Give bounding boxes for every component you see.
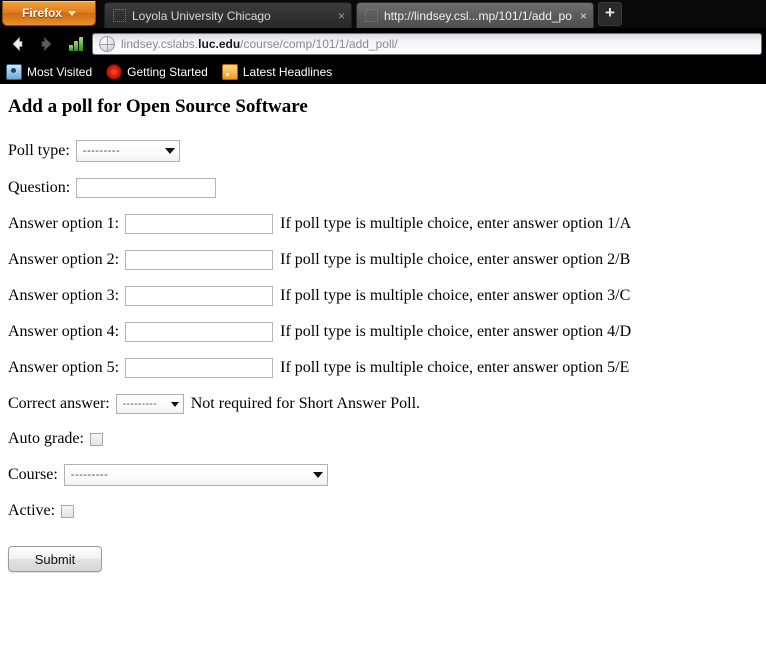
latest-headlines-icon xyxy=(221,64,238,80)
poll-type-label: Poll type: xyxy=(8,142,70,159)
bookmark-label: Getting Started xyxy=(127,65,208,79)
answer-option-3-help: If poll type is multiple choice, enter a… xyxy=(280,287,631,304)
bookmark-label: Latest Headlines xyxy=(242,65,333,79)
form-row-answer-1: Answer option 1: If poll type is multipl… xyxy=(8,214,766,234)
back-button[interactable] xyxy=(4,31,30,57)
answer-option-5-help: If poll type is multiple choice, enter a… xyxy=(280,359,630,376)
question-input[interactable] xyxy=(76,178,217,198)
active-label: Active: xyxy=(8,502,56,519)
answer-option-1-label: Answer option 1: xyxy=(8,215,120,232)
chevron-down-icon xyxy=(164,148,175,154)
url-domain: luc.edu xyxy=(198,37,241,51)
bookmark-latest-headlines[interactable]: Latest Headlines xyxy=(221,64,333,80)
answer-option-4-input[interactable] xyxy=(125,322,274,342)
course-label: Course: xyxy=(8,466,58,483)
answer-option-4-label: Answer option 4: xyxy=(8,323,120,340)
navigation-toolbar: lindsey.cslabs.luc.edu/course/comp/101/1… xyxy=(0,28,766,60)
bookmark-getting-started[interactable]: Getting Started xyxy=(106,64,208,80)
auto-grade-checkbox[interactable] xyxy=(89,432,103,446)
correct-answer-label: Correct answer: xyxy=(8,395,110,412)
answer-option-2-help: If poll type is multiple choice, enter a… xyxy=(280,251,631,268)
answer-option-5-input[interactable] xyxy=(125,358,274,378)
bookmarks-toolbar: Most Visited Getting Started Latest Head… xyxy=(0,60,766,84)
firefox-menu-label: Firefox xyxy=(21,6,62,20)
url-text: lindsey.cslabs.luc.edu/course/comp/101/1… xyxy=(121,37,398,51)
tab-strip: Firefox Loyola University Chicago × http… xyxy=(0,0,766,28)
browser-tab-loyola[interactable]: Loyola University Chicago × xyxy=(104,2,352,28)
form-row-question: Question: xyxy=(8,178,766,198)
form-row-active: Active: xyxy=(8,502,766,520)
site-stats-icon[interactable] xyxy=(64,32,88,56)
form-row-course: Course: --------- xyxy=(8,464,766,486)
tab-title: http://lindsey.csl...mp/101/1/add_poll/ xyxy=(384,8,572,23)
favicon-icon xyxy=(365,9,378,22)
page-content: Add a poll for Open Source Software Poll… xyxy=(0,84,766,669)
answer-option-5-label: Answer option 5: xyxy=(8,359,120,376)
chevron-down-icon xyxy=(312,472,323,478)
course-selected-value: --------- xyxy=(70,469,109,481)
url-bar[interactable]: lindsey.cslabs.luc.edu/course/comp/101/1… xyxy=(92,33,762,55)
question-label: Question: xyxy=(8,179,71,196)
submit-button[interactable]: Submit xyxy=(8,546,102,572)
form-row-answer-4: Answer option 4: If poll type is multipl… xyxy=(8,322,766,342)
bookmark-label: Most Visited xyxy=(27,65,93,79)
poll-type-selected-value: --------- xyxy=(82,145,121,157)
getting-started-icon xyxy=(106,64,123,80)
form-row-answer-3: Answer option 3: If poll type is multipl… xyxy=(8,286,766,306)
tab-title: Loyola University Chicago xyxy=(132,8,271,23)
firefox-menu-button[interactable]: Firefox xyxy=(2,1,96,26)
auto-grade-label: Auto grade: xyxy=(8,430,84,447)
close-icon[interactable]: × xyxy=(578,10,587,22)
globe-icon xyxy=(99,36,115,52)
form-row-answer-5: Answer option 5: If poll type is multipl… xyxy=(8,358,766,378)
poll-type-select[interactable]: --------- xyxy=(75,140,180,162)
active-checkbox[interactable] xyxy=(61,504,75,518)
close-icon[interactable]: × xyxy=(336,10,345,22)
form-row-poll-type: Poll type: --------- xyxy=(8,140,766,162)
correct-answer-selected-value: --------- xyxy=(122,398,158,410)
answer-option-2-label: Answer option 2: xyxy=(8,251,120,268)
favicon-icon xyxy=(113,9,126,22)
browser-chrome: Firefox Loyola University Chicago × http… xyxy=(0,0,766,84)
url-prefix: lindsey.cslabs. xyxy=(121,37,199,51)
answer-option-1-help: If poll type is multiple choice, enter a… xyxy=(280,215,632,232)
new-tab-button[interactable]: + xyxy=(598,2,622,26)
chevron-down-icon xyxy=(170,401,179,407)
most-visited-icon xyxy=(6,64,22,80)
answer-option-2-input[interactable] xyxy=(125,250,274,270)
page-title: Add a poll for Open Source Software xyxy=(8,96,308,117)
correct-answer-help: Not required for Short Answer Poll. xyxy=(190,395,421,412)
browser-tab-add-poll[interactable]: http://lindsey.csl...mp/101/1/add_poll/ … xyxy=(356,2,594,28)
form-row-correct-answer: Correct answer: --------- Not required f… xyxy=(8,394,766,414)
answer-option-1-input[interactable] xyxy=(125,214,274,234)
chevron-down-icon xyxy=(68,10,76,16)
form-row-answer-2: Answer option 2: If poll type is multipl… xyxy=(8,250,766,270)
answer-option-3-label: Answer option 3: xyxy=(8,287,120,304)
answer-option-4-help: If poll type is multiple choice, enter a… xyxy=(280,323,632,340)
correct-answer-select[interactable]: --------- xyxy=(115,394,184,414)
url-path: /course/comp/101/1/add_poll/ xyxy=(240,37,398,51)
add-poll-form: Poll type: --------- Question: Answer op… xyxy=(8,140,766,572)
forward-button[interactable] xyxy=(34,31,60,57)
answer-option-3-input[interactable] xyxy=(125,286,274,306)
bookmark-most-visited[interactable]: Most Visited xyxy=(6,64,92,80)
form-row-auto-grade: Auto grade: xyxy=(8,430,766,448)
course-select[interactable]: --------- xyxy=(63,464,328,486)
